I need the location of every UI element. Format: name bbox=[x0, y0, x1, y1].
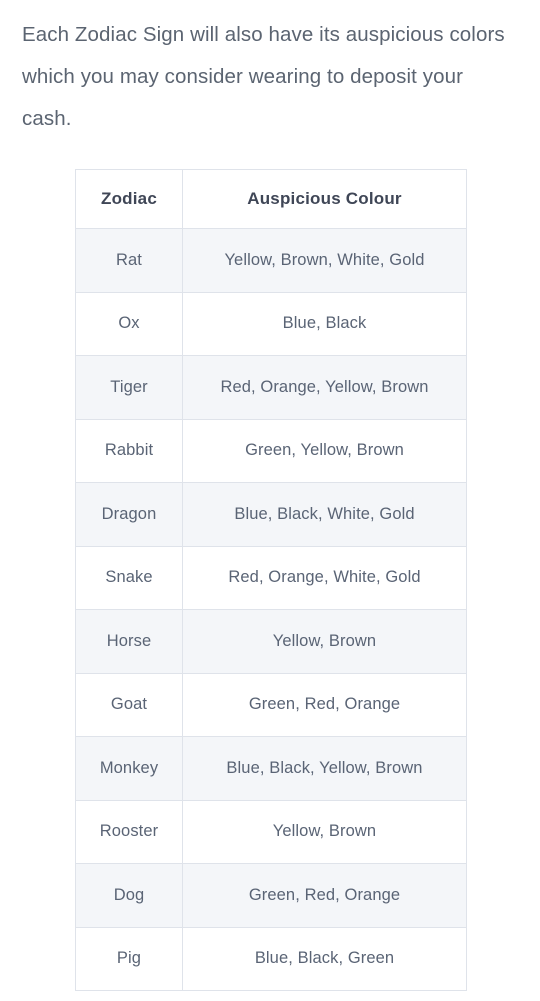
table-row: Dragon Blue, Black, White, Gold bbox=[75, 482, 467, 547]
cell-auspicious-colour: Red, Orange, White, Gold bbox=[182, 545, 467, 610]
cell-zodiac: Rabbit bbox=[75, 418, 183, 483]
table-row: Horse Yellow, Brown bbox=[75, 609, 467, 674]
column-header-auspicious-colour: Auspicious Colour bbox=[182, 169, 467, 229]
cell-zodiac: Snake bbox=[75, 545, 183, 610]
table-header: Zodiac Auspicious Colour bbox=[75, 169, 467, 229]
cell-zodiac: Rooster bbox=[75, 799, 183, 864]
table-row: Pig Blue, Black, Green bbox=[75, 926, 467, 991]
cell-zodiac: Goat bbox=[75, 672, 183, 737]
table-row: Goat Green, Red, Orange bbox=[75, 672, 467, 737]
table-row: Dog Green, Red, Orange bbox=[75, 863, 467, 928]
cell-auspicious-colour: Green, Red, Orange bbox=[182, 672, 467, 737]
table-row: Rabbit Green, Yellow, Brown bbox=[75, 418, 467, 483]
table-row: Rat Yellow, Brown, White, Gold bbox=[75, 228, 467, 293]
cell-auspicious-colour: Yellow, Brown bbox=[182, 799, 467, 864]
cell-auspicious-colour: Red, Orange, Yellow, Brown bbox=[182, 355, 467, 420]
table-row: Snake Red, Orange, White, Gold bbox=[75, 545, 467, 610]
zodiac-auspicious-colour-table: Zodiac Auspicious Colour Rat Yellow, Brow… bbox=[75, 169, 467, 991]
column-header-zodiac: Zodiac bbox=[75, 169, 183, 229]
cell-auspicious-colour: Blue, Black, Green bbox=[182, 926, 467, 991]
table-row: Monkey Blue, Black, Yellow, Brown bbox=[75, 736, 467, 801]
cell-zodiac: Ox bbox=[75, 291, 183, 356]
cell-auspicious-colour: Green, Red, Orange bbox=[182, 863, 467, 928]
intro-paragraph: Each Zodiac Sign will also have its ausp… bbox=[22, 23, 505, 130]
cell-zodiac: Tiger bbox=[75, 355, 183, 420]
table-header-row: Zodiac Auspicious Colour bbox=[75, 169, 467, 229]
cell-zodiac: Rat bbox=[75, 228, 183, 293]
cell-auspicious-colour: Green, Yellow, Brown bbox=[182, 418, 467, 483]
cell-zodiac: Dragon bbox=[75, 482, 183, 547]
cell-zodiac: Horse bbox=[75, 609, 183, 674]
cell-zodiac: Dog bbox=[75, 863, 183, 928]
table-row: Ox Blue, Black bbox=[75, 291, 467, 356]
zodiac-table-container: Zodiac Auspicious Colour Rat Yellow, Brow… bbox=[0, 169, 540, 991]
cell-auspicious-colour: Yellow, Brown bbox=[182, 609, 467, 674]
cell-auspicious-colour: Blue, Black, Yellow, Brown bbox=[182, 736, 467, 801]
cell-auspicious-colour: Blue, Black bbox=[182, 291, 467, 356]
article-content: Each Zodiac Sign will also have its ausp… bbox=[0, 0, 540, 1001]
table-row: Rooster Yellow, Brown bbox=[75, 799, 467, 864]
cell-zodiac: Monkey bbox=[75, 736, 183, 801]
cell-auspicious-colour: Blue, Black, White, Gold bbox=[182, 482, 467, 547]
table-row: Tiger Red, Orange, Yellow, Brown bbox=[75, 355, 467, 420]
cell-auspicious-colour: Yellow, Brown, White, Gold bbox=[182, 228, 467, 293]
table-body: Rat Yellow, Brown, White, Gold Ox Blue, Bla… bbox=[75, 228, 467, 991]
cell-zodiac: Pig bbox=[75, 926, 183, 991]
